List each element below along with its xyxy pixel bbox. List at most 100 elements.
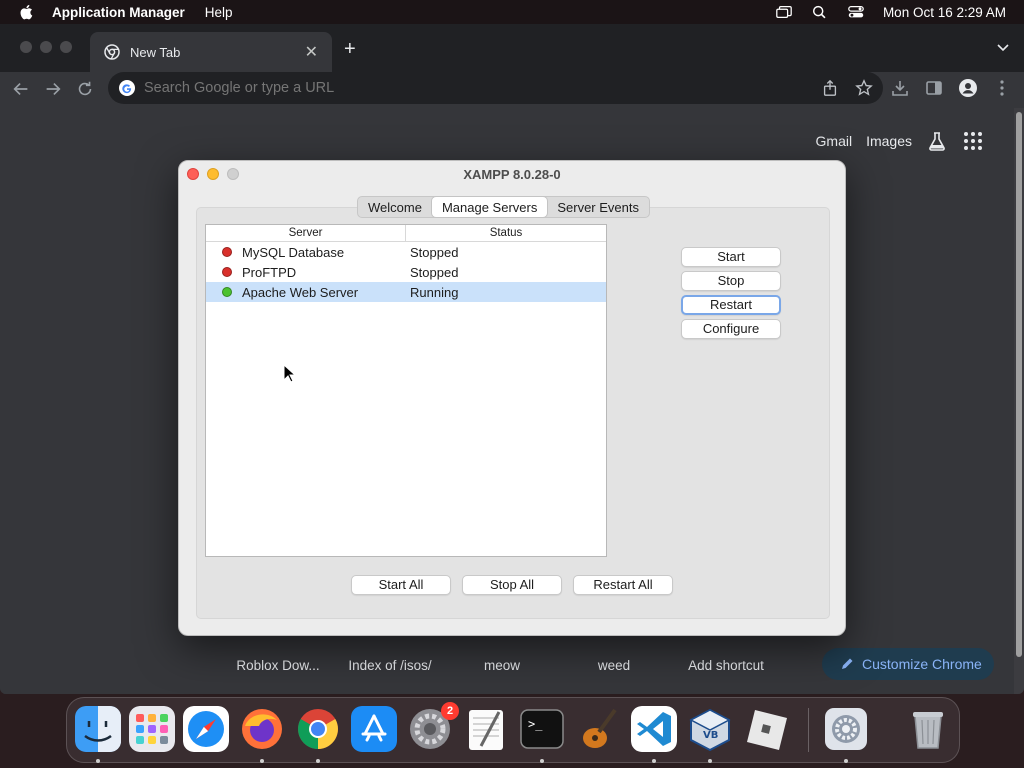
tab-search-chevron-down-icon[interactable] [996,40,1010,54]
shortcut-tile[interactable]: Roblox Dow... [222,658,334,673]
start-button[interactable]: Start [681,247,781,267]
customize-chrome-button[interactable]: Customize Chrome [822,648,994,680]
table-row[interactable]: ProFTPD Stopped [206,262,606,282]
shortcut-tile[interactable]: weed [558,658,670,673]
tab-new-tab[interactable]: New Tab ✕ [90,32,332,72]
server-name: Apache Web Server [242,284,359,300]
tab-title: New Tab [130,44,181,60]
downloads-icon[interactable] [890,78,910,98]
status-running-icon [222,287,232,297]
share-icon[interactable] [821,79,839,97]
shortcut-tile[interactable]: Index of /isos/ [334,658,446,673]
xampp-minimize-button[interactable] [207,168,219,180]
xampp-manager-icon[interactable] [823,706,869,752]
mouse-pointer-icon [283,364,297,383]
trash-icon[interactable] [905,706,951,752]
finder-icon[interactable] [75,706,121,752]
table-header: Server Status [206,225,606,242]
server-column-header[interactable]: Server [206,225,406,241]
dock: 2 >_ VB [66,697,960,763]
back-arrow-icon[interactable] [11,79,31,99]
omnibox[interactable] [108,72,883,104]
safari-icon[interactable] [183,706,229,752]
tab-close-icon[interactable]: ✕ [305,42,318,62]
chrome-menu-kebab-icon[interactable] [992,78,1012,98]
launchpad-icon[interactable] [129,706,175,752]
roblox-icon[interactable] [743,706,789,752]
bulk-action-buttons: Start All Stop All Restart All [351,575,673,595]
ntp-header-links: Gmail Images [816,130,984,152]
xampp-zoom-button[interactable] [227,168,239,180]
terminal-icon[interactable]: >_ [519,706,565,752]
tab-welcome[interactable]: Welcome [358,197,432,217]
chrome-icon[interactable] [295,706,341,752]
close-window-button[interactable] [20,41,32,53]
profile-avatar-icon[interactable] [958,78,978,98]
chrome-favicon-icon [104,44,120,60]
page-scrollbar[interactable] [1014,108,1024,694]
server-table[interactable]: Server Status MySQL Database Stopped Pro… [205,224,607,557]
omnibox-input[interactable] [144,80,784,96]
gmail-link[interactable]: Gmail [816,133,853,149]
garageband-icon[interactable] [575,706,621,752]
tab-server-events[interactable]: Server Events [547,197,649,217]
shortcut-tile[interactable]: meow [446,658,558,673]
status-column-header[interactable]: Status [406,225,606,241]
side-panel-icon[interactable] [924,78,944,98]
table-row[interactable]: MySQL Database Stopped [206,242,606,262]
app-name-menu[interactable]: Application Manager [52,5,185,20]
running-indicator [260,759,264,763]
stop-button[interactable]: Stop [681,271,781,291]
xampp-window-controls [187,168,239,180]
server-action-buttons: Start Stop Restart Configure [681,247,781,339]
menubar-clock[interactable]: Mon Oct 16 2:29 AM [883,5,1006,20]
control-center-icon[interactable] [847,4,865,20]
bookmark-star-icon[interactable] [855,79,873,97]
google-apps-grid-icon[interactable] [962,130,984,152]
chrome-toolbar [0,72,1024,108]
configure-button[interactable]: Configure [681,319,781,339]
tab-manage-servers[interactable]: Manage Servers [431,197,548,217]
images-link[interactable]: Images [866,133,912,149]
help-menu[interactable]: Help [205,5,233,20]
status-stopped-icon [222,267,232,277]
server-status: Stopped [410,244,459,260]
svg-text:VB: VB [703,730,718,741]
virtualbox-icon[interactable]: VB [687,706,733,752]
google-g-icon [119,80,135,96]
vscode-icon[interactable] [631,706,677,752]
start-all-button[interactable]: Start All [351,575,451,595]
app-store-icon[interactable] [351,706,397,752]
chrome-tab-strip: New Tab ✕ + [0,24,1024,72]
xampp-title-bar[interactable]: XAMPP 8.0.28-0 [179,161,845,187]
screen-mirroring-icon[interactable] [775,4,793,20]
customize-chrome-label: Customize Chrome [862,656,982,672]
restart-all-button[interactable]: Restart All [573,575,673,595]
apple-icon[interactable] [18,3,36,21]
server-status: Running [410,284,459,300]
textedit-icon[interactable] [463,706,509,752]
notification-badge: 2 [441,702,459,720]
xampp-close-button[interactable] [187,168,199,180]
new-tab-button[interactable]: + [344,38,356,61]
ntp-shortcuts: Roblox Dow... Index of /isos/ meow weed … [222,658,782,673]
running-indicator [844,759,848,763]
running-indicator [316,759,320,763]
spotlight-search-icon[interactable] [811,4,829,20]
scrollbar-thumb[interactable] [1016,112,1022,657]
running-indicator [652,759,656,763]
running-indicator [96,759,100,763]
reload-icon[interactable] [75,79,95,99]
labs-flask-icon[interactable] [926,130,948,152]
table-row-selected[interactable]: Apache Web Server Running [206,282,606,302]
add-shortcut-tile[interactable]: Add shortcut [670,658,782,673]
xampp-tab-bar: Welcome Manage Servers Server Events [357,196,650,218]
xampp-window: XAMPP 8.0.28-0 Welcome Manage Servers Se… [178,160,846,636]
restart-button[interactable]: Restart [681,295,781,315]
server-status: Stopped [410,264,459,280]
zoom-window-button[interactable] [60,41,72,53]
minimize-window-button[interactable] [40,41,52,53]
forward-arrow-icon[interactable] [43,79,63,99]
stop-all-button[interactable]: Stop All [462,575,562,595]
firefox-icon[interactable] [239,706,285,752]
